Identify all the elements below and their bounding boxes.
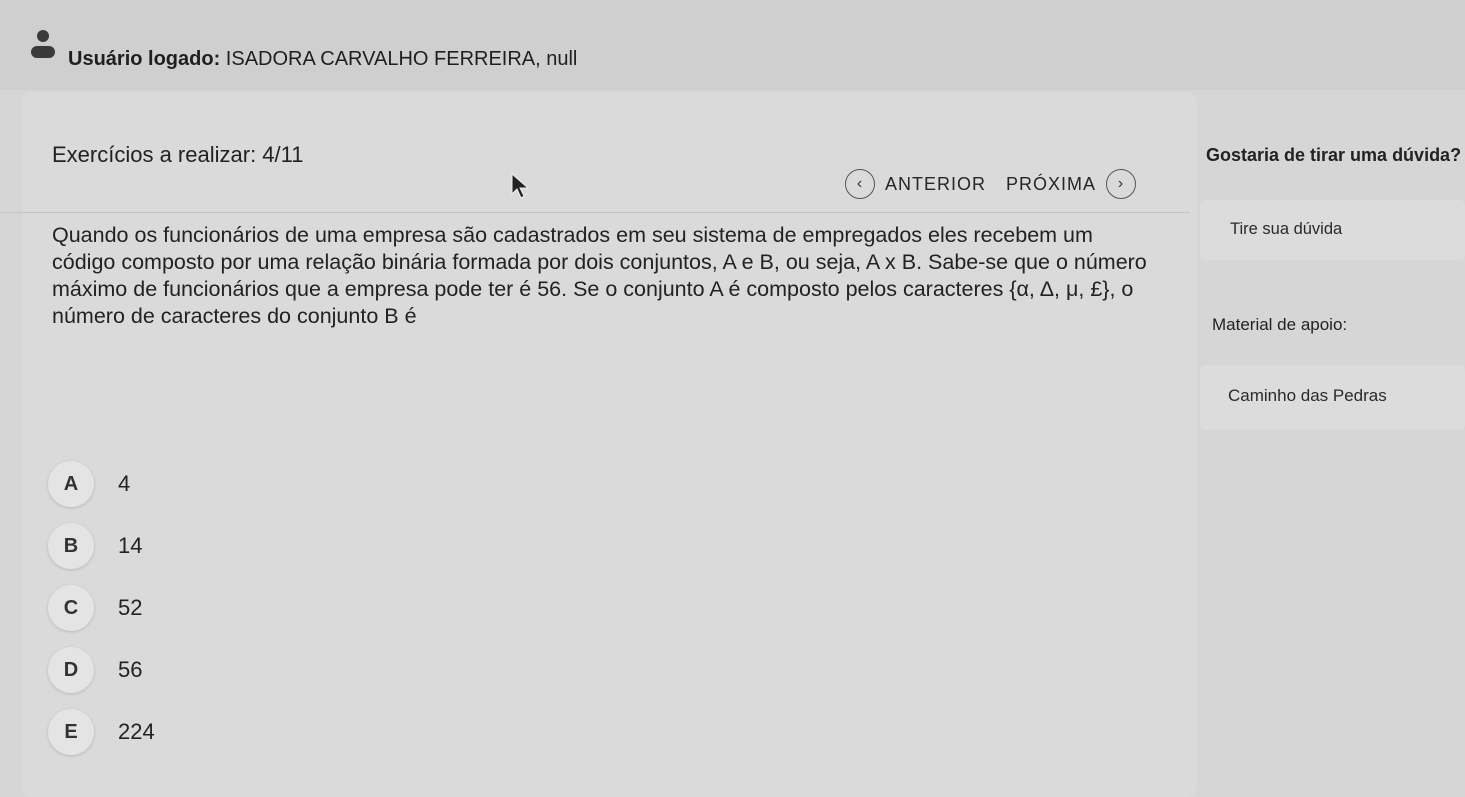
previous-button[interactable]: ANTERIOR [885, 174, 986, 195]
answer-letter[interactable]: E [48, 709, 94, 755]
question-text: Quando os funcionários de uma empresa sã… [52, 223, 1147, 328]
answer-options: A 4 B 14 C 52 D 56 E 224 [48, 453, 155, 763]
answer-option-c[interactable]: C 52 [48, 577, 155, 639]
answer-value[interactable]: 4 [118, 471, 130, 497]
support-material-title: Material de apoio: [1212, 315, 1348, 334]
top-bar: Usuário logado: ISADORA CARVALHO FERREIR… [0, 0, 1465, 90]
previous-icon[interactable]: ‹ [845, 169, 875, 199]
answer-option-e[interactable]: E 224 [48, 701, 155, 763]
answer-value[interactable]: 56 [118, 657, 142, 683]
question-help-title: Gostaria de tirar uma dúvida? [1206, 145, 1462, 165]
answer-value[interactable]: 224 [118, 719, 155, 745]
answer-option-a[interactable]: A 4 [48, 453, 155, 515]
exercise-counter: Exercícios a realizar: 4/11 [52, 142, 304, 167]
answer-value[interactable]: 52 [118, 595, 142, 621]
user-icon [31, 30, 55, 58]
help-sidebar: Gostaria de tirar uma dúvida? Tire sua d… [1200, 140, 1465, 440]
answer-option-d[interactable]: D 56 [48, 639, 155, 701]
answer-letter[interactable]: B [48, 523, 94, 569]
answer-value[interactable]: 14 [118, 533, 142, 559]
answer-letter[interactable]: D [48, 647, 94, 693]
mouse-cursor-icon [511, 172, 530, 199]
support-material-card[interactable]: Caminho das Pedras [1200, 365, 1465, 430]
answer-letter[interactable]: A [48, 461, 94, 507]
support-material-link[interactable]: Caminho das Pedras [1228, 386, 1387, 406]
logged-user-name: ISADORA CARVALHO FERREIRA, null [225, 48, 578, 70]
logged-user-label: Usuário logado: [68, 48, 221, 70]
ask-question-link[interactable]: Tire sua dúvida [1230, 220, 1342, 239]
answer-letter[interactable]: C [48, 585, 94, 631]
next-button[interactable]: PRÓXIMA [1006, 174, 1096, 195]
divider [0, 212, 1190, 213]
logged-user: Usuário logado: ISADORA CARVALHO FERREIR… [68, 48, 577, 71]
next-icon[interactable]: › [1106, 169, 1137, 199]
ask-question-card[interactable]: Tire sua dúvida [1200, 200, 1465, 260]
answer-option-b[interactable]: B 14 [48, 515, 155, 577]
exercise-navigation: ‹ ANTERIOR PRÓXIMA › [845, 167, 1137, 201]
